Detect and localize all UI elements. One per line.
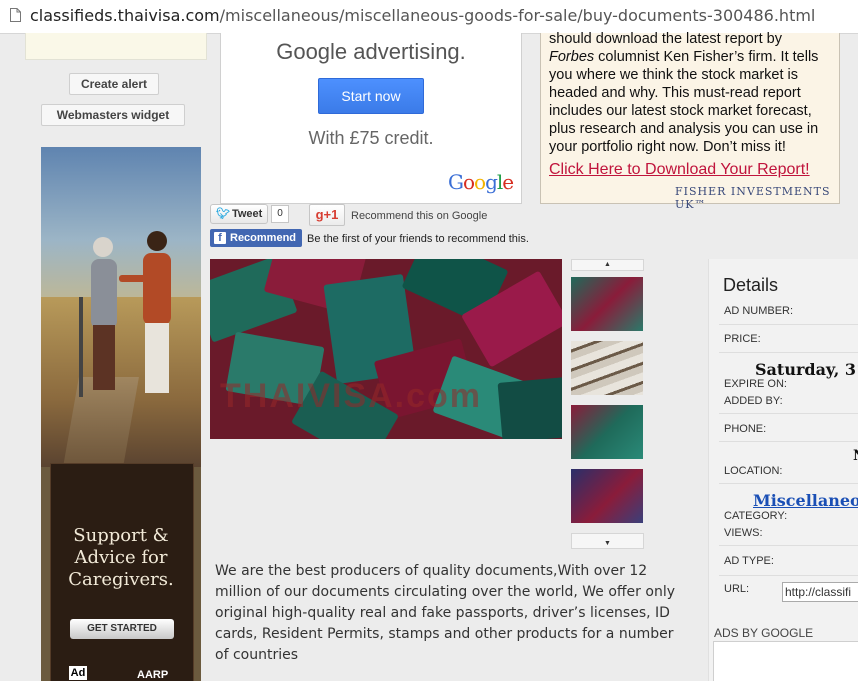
google-ad-credit: With £75 credit.: [308, 128, 434, 148]
details-panel: Details AD NUMBER: PRICE: Saturday, 31 E…: [708, 259, 858, 681]
phone-label: PHONE:: [724, 423, 767, 435]
thumbnail-1[interactable]: [571, 277, 643, 331]
price-label: PRICE:: [724, 333, 761, 345]
passport-shape: [497, 375, 562, 439]
added-by-label: ADDED BY:: [724, 395, 783, 407]
thumbnail-up-button[interactable]: ▲: [571, 259, 644, 271]
webmasters-widget-button[interactable]: Webmasters widget: [41, 104, 185, 126]
divider: [719, 441, 858, 442]
ad-type-label: AD TYPE:: [724, 555, 774, 567]
page-icon: [10, 8, 21, 22]
ads-by-google-box[interactable]: [713, 641, 858, 681]
google-logo-letter: o: [474, 170, 486, 194]
location-value: N: [853, 448, 858, 464]
category-link[interactable]: Miscellaneo: [753, 491, 858, 510]
google-ad-title: Google advertising.: [276, 39, 466, 64]
google-plus-text: Recommend this on Google: [351, 210, 488, 222]
address-url[interactable]: classifieds.thaivisa.com/miscellaneous/m…: [30, 6, 815, 25]
ad-people-illustration: [79, 231, 171, 397]
tweet-label: Tweet: [231, 208, 263, 220]
listing-url-field[interactable]: http://classifi: [782, 582, 858, 602]
google-logo-letter: g: [485, 170, 498, 194]
divider: [719, 413, 858, 414]
create-alert-button[interactable]: Create alert: [69, 73, 159, 95]
url-path: /miscellaneous/miscellaneous-goods-for-s…: [219, 6, 816, 25]
thumbnail-3[interactable]: [571, 405, 643, 459]
divider: [719, 352, 858, 353]
thumbnail-2[interactable]: [571, 341, 643, 395]
ad-badge: Ad: [69, 666, 87, 680]
start-now-button[interactable]: Start now: [318, 78, 424, 114]
fisher-ad-forbes: Forbes: [549, 49, 595, 65]
caregiver-ad-banner[interactable]: Support & Advice for Caregivers. GET STA…: [41, 147, 201, 681]
left-info-panel: [25, 33, 207, 60]
facebook-recommend-label: Recommend: [230, 232, 297, 244]
fisher-signature: FISHER INVESTMENTS UK™: [675, 185, 831, 211]
photo-watermark: THAIVISA.com: [220, 377, 483, 415]
facebook-recommend-button[interactable]: f Recommend: [210, 229, 302, 247]
url-host: classifieds.thaivisa.com: [30, 6, 220, 25]
views-label: VIEWS:: [724, 527, 763, 539]
ads-by-google-label: ADS BY GOOGLE: [714, 626, 814, 640]
google-logo-letter: G: [448, 170, 464, 194]
aarp-logo: AARP: [137, 669, 169, 681]
get-started-button[interactable]: GET STARTED: [70, 619, 174, 639]
tweet-button[interactable]: 🐦︎ Tweet: [210, 204, 268, 224]
google-plus-button[interactable]: g+1: [309, 204, 345, 226]
details-title: Details: [723, 275, 779, 295]
address-bar[interactable]: classifieds.thaivisa.com/miscellaneous/m…: [0, 0, 858, 34]
google-logo: Google: [448, 170, 514, 194]
download-report-link[interactable]: Click Here to Download Your Report!: [549, 161, 810, 179]
fisher-ad-body: should download the latest report by Forb…: [549, 30, 835, 156]
google-logo-letter: o: [462, 170, 475, 194]
google-ad-banner[interactable]: Google advertising. Start now With £75 c…: [220, 33, 522, 204]
facebook-recommend-text: Be the first of your friends to recommen…: [307, 233, 529, 245]
divider: [719, 483, 858, 484]
expire-date-value: Saturday, 31: [755, 360, 858, 379]
twitter-bird-icon: 🐦︎: [216, 208, 230, 220]
fisher-investments-ad[interactable]: should download the latest report by Forb…: [540, 30, 840, 211]
ad-headline: Support & Advice for Caregivers.: [68, 525, 174, 590]
location-label: LOCATION:: [724, 465, 783, 477]
category-label: CATEGORY:: [724, 510, 788, 522]
tweet-count: 0: [271, 205, 289, 223]
divider: [719, 545, 858, 546]
divider: [719, 575, 858, 576]
url-label: URL:: [724, 583, 750, 595]
facebook-icon: f: [214, 232, 226, 244]
divider: [719, 324, 858, 325]
thumbnail-4[interactable]: [571, 469, 643, 523]
fisher-ad-line1: should download the latest report by: [549, 31, 782, 47]
thumbnail-down-button[interactable]: ▼: [571, 533, 644, 549]
ad-number-label: AD NUMBER:: [724, 305, 794, 317]
expire-on-label: EXPIRE ON:: [724, 378, 787, 390]
listing-description: We are the best producers of quality doc…: [215, 563, 675, 663]
google-logo-letter: e: [502, 170, 514, 194]
listing-main-photo[interactable]: THAIVISA.com: [210, 259, 562, 439]
